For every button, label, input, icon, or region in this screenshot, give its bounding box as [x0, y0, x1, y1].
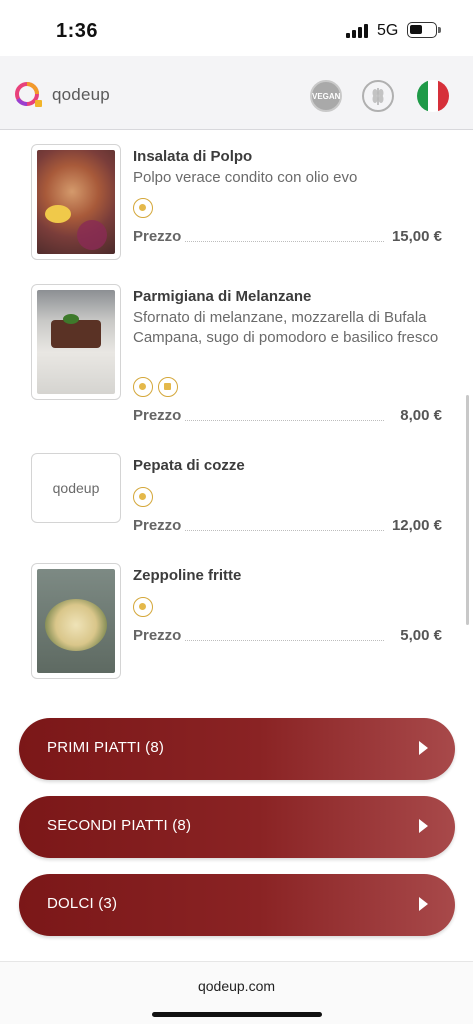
status-time: 1:36 [56, 20, 99, 42]
chevron-right-icon [419, 897, 428, 911]
allergen-list [133, 198, 153, 218]
fish-icon[interactable] [133, 198, 153, 218]
category-primi-piatti-button[interactable]: PRIMI PIATTI (8) [19, 718, 455, 780]
dish-name: Parmigiana di Melanzane [133, 288, 312, 305]
signal-icon [346, 24, 370, 38]
price-leader [185, 241, 384, 242]
allergen-list [133, 597, 153, 617]
price-row: Prezzo 8,00 € [133, 407, 442, 425]
app-header: qodeup VEGAN [0, 56, 473, 130]
vegan-filter-icon[interactable]: VEGAN [310, 80, 342, 112]
status-bar: 1:36 5G [0, 0, 473, 56]
dish-description: Polpo verace condito con olio evo [133, 169, 358, 186]
dish-photo-placeholder: qodeup [31, 453, 121, 523]
network-type: 5G [377, 22, 399, 39]
price-label: Prezzo [133, 407, 182, 424]
category-label: PRIMI PIATTI (8) [47, 739, 165, 756]
qodeup-logo-icon [14, 81, 46, 109]
price-value: 15,00 € [391, 228, 442, 245]
scrollbar[interactable] [466, 395, 469, 625]
battery-icon [407, 22, 441, 38]
price-label: Prezzo [133, 517, 182, 534]
italian-flag-icon[interactable] [417, 80, 449, 112]
category-label: DOLCI (3) [47, 895, 118, 912]
category-label: SECONDI PIATTI (8) [47, 817, 192, 834]
category-secondi-piatti-button[interactable]: SECONDI PIATTI (8) [19, 796, 455, 858]
price-value: 12,00 € [391, 517, 442, 534]
dish-photo [31, 563, 121, 679]
allergen-list [133, 487, 153, 507]
dish-name: Insalata di Polpo [133, 148, 253, 165]
footer-link[interactable]: qodeup.com [0, 978, 473, 994]
milk-icon[interactable] [158, 377, 178, 397]
price-value: 8,00 € [400, 407, 442, 424]
gluten-icon[interactable] [133, 377, 153, 397]
footer: qodeup.com [0, 961, 473, 1024]
qodeup-logo[interactable]: qodeup [14, 81, 110, 109]
dish-name: Zeppoline fritte [133, 567, 242, 584]
allergen-list [133, 377, 178, 397]
price-row: Prezzo 15,00 € [133, 228, 442, 246]
price-value: 5,00 € [400, 627, 442, 644]
price-leader [185, 530, 384, 531]
chevron-right-icon [419, 741, 428, 755]
price-leader [185, 640, 384, 641]
price-label: Prezzo [133, 228, 182, 245]
price-label: Prezzo [133, 627, 182, 644]
gluten-icon[interactable] [133, 597, 153, 617]
placeholder-logo: qodeup [52, 480, 100, 496]
price-leader [185, 420, 384, 421]
shellfish-icon[interactable] [133, 487, 153, 507]
logo-text: qodeup [52, 85, 110, 104]
dish-photo [31, 144, 121, 260]
gluten-free-filter-icon[interactable] [362, 80, 394, 112]
price-row: Prezzo 5,00 € [133, 627, 442, 645]
dish-description: Sfornato di melanzane, mozzarella di Buf… [133, 309, 439, 346]
dish-photo [31, 284, 121, 400]
dish-name: Pepata di cozze [133, 457, 245, 474]
chevron-right-icon [419, 819, 428, 833]
home-indicator[interactable] [152, 1012, 322, 1017]
price-row: Prezzo 12,00 € [133, 517, 442, 535]
category-dolci-button[interactable]: DOLCI (3) [19, 874, 455, 936]
